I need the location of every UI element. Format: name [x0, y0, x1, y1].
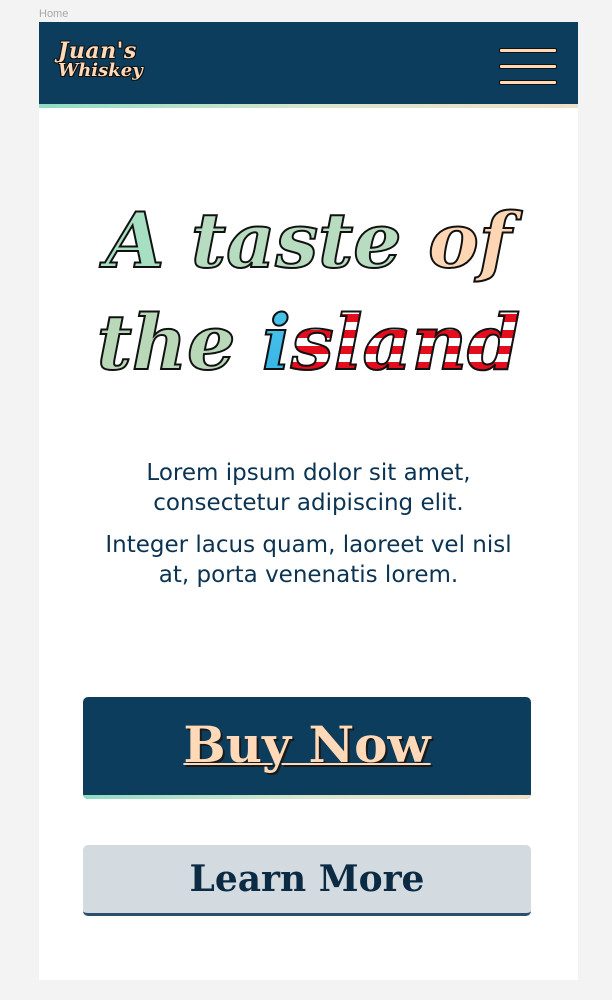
- menu-bar-middle: [499, 64, 557, 69]
- mobile-frame: Juan's Whiskey A taste of the island Lor…: [39, 22, 578, 980]
- hero-heading: A taste of the island: [39, 190, 578, 394]
- logo-line-2: Whiskey: [58, 60, 143, 81]
- hero-island-rest: sland: [290, 297, 521, 388]
- learn-more-button[interactable]: Learn More: [83, 845, 531, 916]
- buy-now-button[interactable]: Buy Now: [83, 697, 531, 799]
- hero-word-a: A: [105, 195, 166, 286]
- buy-now-label: Buy Now: [183, 715, 431, 774]
- hero-word-the: the: [96, 297, 237, 388]
- hero-word-taste: taste: [190, 195, 403, 286]
- learn-more-label: Learn More: [189, 858, 425, 900]
- menu-bar-bottom: [499, 80, 557, 85]
- logo-line-1: Juan's: [58, 38, 137, 64]
- navbar: Juan's Whiskey: [39, 22, 578, 104]
- hero-island-first-letter: i: [261, 297, 292, 388]
- buy-now-accent-bar: [83, 795, 531, 799]
- hero-word-island: island: [261, 297, 521, 388]
- hamburger-menu-icon[interactable]: [499, 48, 557, 86]
- page-label: Home: [39, 8, 69, 20]
- intro-paragraph-2: Integer lacus quam, laoreet vel nisl at,…: [105, 532, 512, 588]
- hero-word-of: of: [427, 195, 512, 286]
- menu-bar-top: [499, 48, 557, 53]
- intro-paragraph-1: Lorem ipsum dolor sit amet, consectetur …: [146, 460, 471, 516]
- navbar-accent-strip: [39, 104, 578, 108]
- brand-logo[interactable]: Juan's Whiskey: [58, 38, 143, 81]
